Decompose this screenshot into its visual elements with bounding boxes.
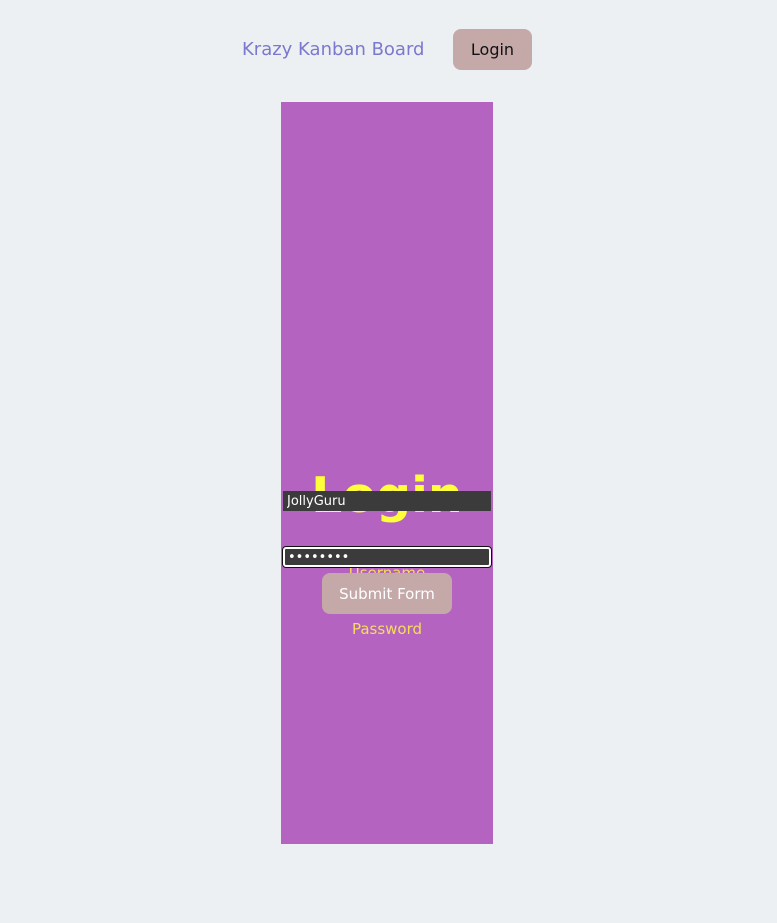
page: Krazy Kanban Board Login Login Username …	[0, 0, 777, 923]
brand-title[interactable]: Krazy Kanban Board	[242, 37, 424, 63]
submit-form-button[interactable]: Submit Form	[322, 573, 452, 614]
password-input[interactable]	[283, 547, 491, 567]
username-input[interactable]	[283, 491, 491, 511]
login-panel: Login Username Password	[281, 102, 493, 844]
nav-login-button[interactable]: Login	[453, 29, 532, 70]
password-label: Password	[351, 620, 423, 638]
